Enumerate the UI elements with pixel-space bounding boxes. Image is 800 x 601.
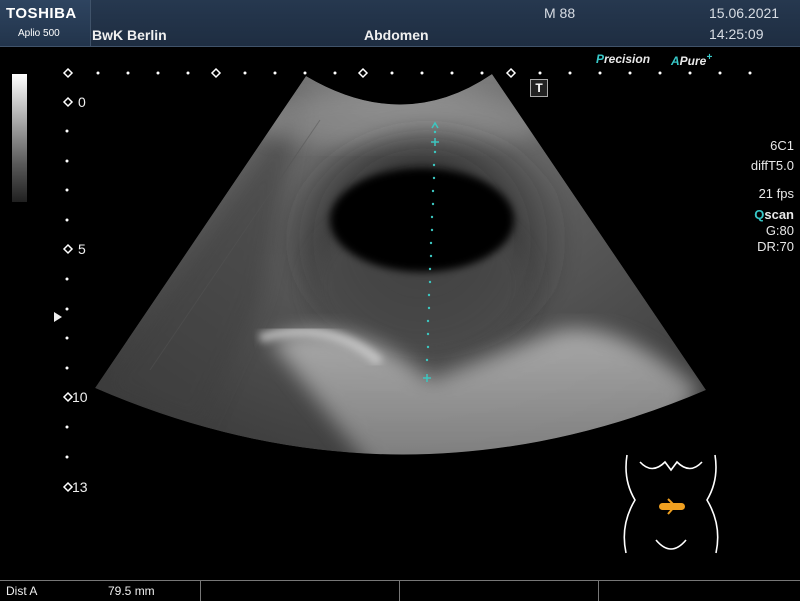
- depth-label-0: 0: [78, 94, 86, 110]
- gain-label: G:80: [765, 223, 794, 238]
- depth-label-13: 13: [72, 479, 88, 495]
- preset-label: diffT5.0: [750, 158, 794, 173]
- header-bar: TOSHIBA Aplio 500 BwK Berlin Abdomen M 8…: [0, 0, 800, 47]
- grayscale-bar: [12, 74, 27, 202]
- qscan-cap: Q: [754, 207, 765, 222]
- t-marker-badge: T: [530, 79, 548, 97]
- probe-position-marker: [659, 498, 685, 515]
- measure-cell-divider: [200, 581, 201, 601]
- brand-logo: TOSHIBA: [6, 5, 77, 22]
- probe-label: 6C1: [770, 138, 794, 153]
- site-name: BwK Berlin: [92, 27, 167, 43]
- top-scale-diamonds: [62, 67, 517, 79]
- focus-marker-icon[interactable]: [54, 312, 62, 322]
- dynamic-range-label: DR:70: [757, 239, 794, 254]
- depth-diamonds: [62, 96, 74, 493]
- exam-time: 14:25:09: [709, 26, 764, 42]
- measure-cell-divider: [598, 581, 599, 601]
- logo-box: TOSHIBA Aplio 500: [0, 0, 91, 46]
- apure-mode-label: APure+: [671, 52, 712, 68]
- exam-date: 15.06.2021: [709, 5, 780, 21]
- model-name: Aplio 500: [18, 28, 60, 39]
- depth-scale: [65, 129, 69, 459]
- depth-label-10: 10: [72, 389, 88, 405]
- qscan-rest: scan: [764, 207, 794, 222]
- qscan-label: Qscan: [754, 207, 794, 222]
- apure-cap: A: [671, 54, 680, 68]
- measurement-value: 79.5 mm: [108, 584, 155, 598]
- precision-cap: P: [596, 52, 605, 66]
- precision-mode-label: Precision: [596, 52, 650, 66]
- measurement-label: Dist A: [6, 584, 38, 598]
- frame-rate: 21 fps: [758, 186, 794, 201]
- apure-suffix: +: [706, 52, 713, 63]
- patient-id: M 88: [544, 5, 576, 21]
- ultrasound-image: [62, 67, 752, 554]
- measurement-bar: Dist A 79.5 mm: [0, 580, 800, 601]
- apure-rest: Pure: [679, 54, 707, 68]
- measure-cell-divider: [399, 581, 400, 601]
- top-scale-dots: [96, 71, 752, 75]
- precision-rest: recision: [604, 52, 651, 66]
- sector-scan: [95, 74, 706, 455]
- exam-name: Abdomen: [364, 27, 429, 43]
- depth-label-5: 5: [78, 241, 86, 257]
